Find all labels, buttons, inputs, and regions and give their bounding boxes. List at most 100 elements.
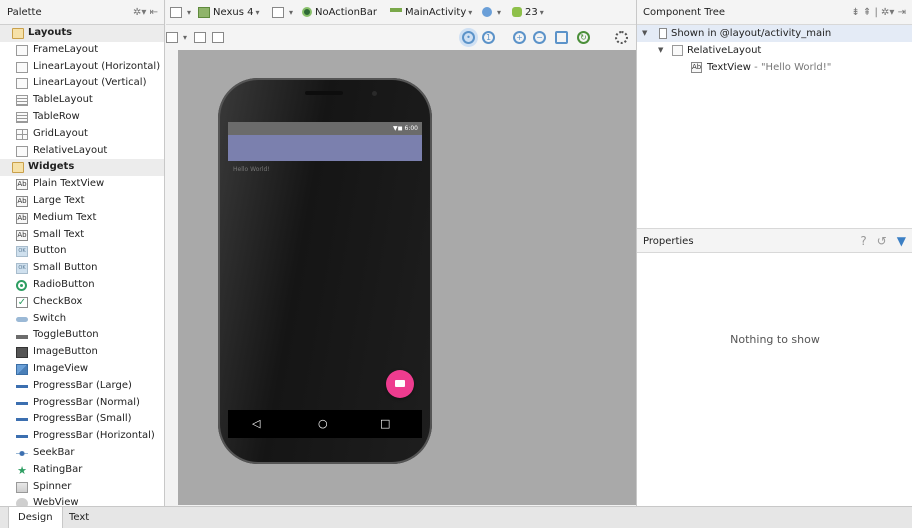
api-level-selector[interactable]: 23 ▾ [512, 0, 544, 25]
palette-item[interactable]: OK Button [0, 243, 164, 260]
design-surface-button[interactable]: ▾ [170, 0, 191, 25]
tree-settings-icon[interactable]: ✲▾ [881, 7, 894, 18]
palette-item[interactable]: ProgressBar (Small) [0, 411, 164, 428]
palette-item[interactable]: ImageView [0, 361, 164, 378]
relative-layout-icon [672, 45, 683, 56]
palette-item[interactable]: SeekBar [0, 445, 164, 462]
webview-icon [16, 498, 28, 506]
palette-item[interactable]: Ab Plain TextView [0, 176, 164, 193]
filter-icon[interactable]: ▼ [897, 234, 906, 248]
editor-tab-bar: Design Text [0, 506, 912, 528]
palette-panel: Palette ✲▾ ⇤ Layouts FrameLayout LinearLay… [0, 0, 165, 506]
collapse-arrow-icon[interactable]: ▼ [658, 42, 663, 59]
signal-icon: ▼◼ [393, 125, 405, 132]
orientation-button[interactable]: ▾ [272, 0, 293, 25]
tree-tools[interactable]: ⇟ ⇞ | ✲▾ ⇥ [851, 0, 906, 25]
progress-bar-icon [16, 401, 28, 405]
component-tree-header: Component Tree ⇟ ⇞ | ✲▾ ⇥ [637, 0, 912, 25]
palette-item-label: CheckBox [33, 295, 83, 307]
zoom-actual-icon[interactable]: 1 [482, 31, 495, 44]
palette-item[interactable]: ★ RatingBar [0, 462, 164, 479]
folder-icon [12, 28, 24, 39]
component-tree-title: Component Tree [643, 7, 726, 18]
globe-icon [482, 7, 492, 17]
tab-text[interactable]: Text [60, 507, 98, 528]
undo-icon[interactable]: ↺ [877, 234, 887, 248]
hello-world-textview[interactable]: Hello World! [228, 161, 422, 173]
collapse-all-icon[interactable]: ⇞ [863, 7, 871, 18]
palette-item[interactable]: LinearLayout (Horizontal) [0, 59, 164, 76]
collapse-arrow-icon[interactable]: ▼ [642, 25, 647, 42]
palette-item-label: RelativeLayout [33, 144, 108, 156]
android-icon [512, 7, 522, 17]
layout-width-icon [166, 31, 178, 43]
palette-item-label: ProgressBar (Large) [33, 379, 132, 391]
properties-empty-message: Nothing to show [730, 333, 820, 346]
tree-textview-text: - "Hello World!" [754, 62, 832, 73]
theme-selector[interactable]: NoActionBar [302, 0, 377, 25]
tree-textview-type: TextView [707, 62, 751, 73]
palette-group[interactable]: Widgets [0, 159, 164, 177]
layout-file-icon [659, 28, 667, 39]
tab-design[interactable]: Design [8, 507, 63, 528]
palette-item-label: ImageButton [33, 346, 98, 358]
palette-item[interactable]: TableLayout [0, 92, 164, 109]
layout-width-button[interactable]: ▾ [166, 25, 187, 50]
tree-row-relativelayout[interactable]: ▼ RelativeLayout [637, 42, 912, 59]
textview-icon: Ab [691, 62, 702, 73]
tree-row-textview[interactable]: Ab TextView - "Hello World!" [637, 59, 912, 76]
fill-horizontal-button[interactable] [194, 25, 209, 50]
palette-item[interactable]: GridLayout [0, 126, 164, 143]
activity-icon [390, 8, 402, 12]
locale-selector[interactable]: ▾ [482, 0, 501, 25]
palette-settings-icon[interactable]: ✲▾ ⇤ [133, 0, 158, 25]
hide-icon[interactable]: ⇥ [898, 7, 906, 18]
palette-group[interactable]: Layouts [0, 25, 164, 42]
refresh-icon[interactable]: ↻ [577, 31, 590, 44]
screenshot-icon[interactable] [555, 31, 568, 44]
palette-item[interactable]: ToggleButton [0, 327, 164, 344]
floating-action-button[interactable] [386, 370, 414, 398]
palette-item[interactable]: Ab Small Text [0, 227, 164, 244]
palette-item[interactable]: ProgressBar (Normal) [0, 395, 164, 412]
palette-item[interactable]: ProgressBar (Large) [0, 378, 164, 395]
progress-bar-icon [16, 418, 28, 422]
activity-selector[interactable]: MainActivity ▾ [390, 0, 472, 25]
palette-item[interactable]: ✓ CheckBox [0, 294, 164, 311]
zoom-fit-icon[interactable]: • [462, 31, 475, 44]
settings-gear-icon[interactable] [615, 31, 628, 44]
palette-item[interactable]: RelativeLayout [0, 143, 164, 160]
component-tree-panel: Component Tree ⇟ ⇞ | ✲▾ ⇥ ▼ Shown in @la… [636, 0, 912, 228]
palette-item-label: SeekBar [33, 446, 75, 458]
design-canvas[interactable]: ▼◼ 6:00 Hello World! ◁ ○ □ [178, 50, 636, 505]
expand-all-icon[interactable]: ⇟ [851, 7, 859, 18]
palette-item[interactable]: Ab Large Text [0, 193, 164, 210]
palette-item[interactable]: ProgressBar (Horizontal) [0, 428, 164, 445]
palette-item[interactable]: FrameLayout [0, 42, 164, 59]
palette-item[interactable]: Spinner [0, 479, 164, 496]
palette-item[interactable]: LinearLayout (Vertical) [0, 75, 164, 92]
palette-item[interactable]: WebView [0, 495, 164, 506]
theme-label: NoActionBar [315, 7, 378, 18]
frame-layout-icon [16, 44, 28, 56]
palette-item-label: FrameLayout [33, 43, 99, 55]
palette-item[interactable]: RadioButton [0, 277, 164, 294]
palette-item[interactable]: OK Small Button [0, 260, 164, 277]
tree-row-root[interactable]: ▼ Shown in @layout/activity_main [637, 25, 912, 42]
help-icon[interactable]: ? [860, 234, 866, 248]
linear-layout-vertical-icon [16, 78, 28, 90]
zoom-out-icon[interactable]: − [533, 31, 546, 44]
editor-toolbar: ▾ Nexus 4 ▾ ▾ NoActionBar MainActivity ▾ ▾… [166, 0, 636, 25]
device-screen[interactable]: ▼◼ 6:00 Hello World! ◁ ○ □ [228, 122, 422, 438]
zoom-in-icon[interactable]: + [513, 31, 526, 44]
palette-item-label: RadioButton [33, 278, 95, 290]
palette-item[interactable]: Ab Medium Text [0, 210, 164, 227]
fill-vertical-button[interactable] [212, 25, 227, 50]
progress-bar-icon [16, 384, 28, 388]
palette-item[interactable]: Switch [0, 311, 164, 328]
palette-title: Palette [7, 7, 42, 18]
design-surface-icon [170, 6, 182, 18]
palette-item[interactable]: ImageButton [0, 344, 164, 361]
device-selector[interactable]: Nexus 4 ▾ [198, 0, 259, 25]
palette-item[interactable]: TableRow [0, 109, 164, 126]
